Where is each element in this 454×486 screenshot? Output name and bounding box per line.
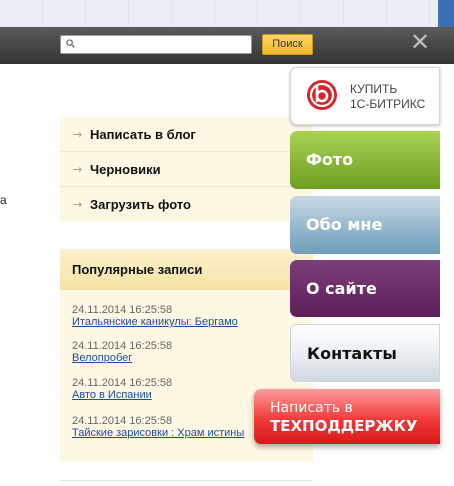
post-link[interactable]: Велопробег: [72, 352, 172, 364]
search-button[interactable]: Поиск: [262, 34, 313, 55]
post-link[interactable]: Авто в Испании: [72, 389, 172, 401]
browser-edge: [438, 0, 454, 27]
contacts-button[interactable]: Контакты: [290, 324, 440, 382]
post-date: 24.11.2014 16:25:58: [72, 304, 173, 316]
contacts-button-label: Контакты: [307, 344, 397, 363]
close-icon[interactable]: ✕: [408, 30, 432, 54]
support-label-line2: ТЕХПОДДЕРЖКУ: [270, 417, 418, 435]
top-background-strip: [0, 0, 454, 27]
truncated-text: а: [0, 193, 7, 207]
menu-item-label: Черновики: [90, 162, 161, 177]
search-box[interactable]: [60, 35, 252, 54]
arrow-right-icon: →: [73, 163, 83, 176]
menu-item-drafts[interactable]: → Черновики: [60, 152, 313, 187]
list-item: 24.11.2014 16:25:58 Тайские зарисовки : …: [72, 415, 244, 439]
menu-item-label: Загрузить фото: [90, 197, 191, 212]
list-item: 24.11.2014 16:25:58 Итальянские каникулы…: [72, 304, 238, 328]
search-icon: [66, 39, 75, 48]
photo-button[interactable]: Фото: [290, 131, 440, 189]
divider: [60, 480, 313, 481]
toolbar: Поиск ✕: [0, 27, 454, 64]
post-link[interactable]: Тайские зарисовки : Храм истины: [72, 427, 244, 439]
popular-posts-header: Популярные записи: [60, 249, 313, 290]
write-to-support-button[interactable]: Написать в ТЕХПОДДЕРЖКУ: [254, 389, 440, 444]
buy-label-line1: КУПИТЬ: [350, 82, 398, 96]
post-date: 24.11.2014 16:25:58: [72, 340, 173, 352]
buy-label-line2: 1С-БИТРИКС: [350, 97, 426, 111]
photo-button-label: Фото: [306, 150, 354, 169]
post-date: 24.11.2014 16:25:58: [72, 415, 173, 427]
list-item: 24.11.2014 16:25:58 Велопробег: [72, 340, 172, 364]
search-input[interactable]: [81, 37, 247, 52]
arrow-right-icon: →: [73, 198, 83, 211]
popular-posts-title: Популярные записи: [72, 262, 203, 277]
post-date: 24.11.2014 16:25:58: [72, 377, 173, 389]
buy-bitrix-button[interactable]: КУПИТЬ 1С-БИТРИКС: [290, 67, 440, 125]
about-site-button[interactable]: О сайте: [290, 260, 440, 317]
about-me-button-label: Обо мне: [306, 215, 383, 234]
menu-item-upload-photo[interactable]: → Загрузить фото: [60, 187, 313, 222]
post-link[interactable]: Итальянские каникулы: Бергамо: [72, 316, 238, 328]
menu-item-label: Написать в блог: [90, 127, 196, 142]
menu-item-write-blog[interactable]: → Написать в блог: [60, 117, 313, 152]
about-site-button-label: О сайте: [306, 279, 377, 298]
about-me-button[interactable]: Обо мне: [290, 196, 440, 254]
support-label-line1: Написать в: [270, 400, 353, 416]
bitrix-logo-icon: [307, 80, 337, 110]
blog-menu: → Написать в блог → Черновики → Загрузит…: [60, 117, 313, 221]
list-item: 24.11.2014 16:25:58 Авто в Испании: [72, 377, 172, 401]
arrow-right-icon: →: [73, 128, 83, 141]
